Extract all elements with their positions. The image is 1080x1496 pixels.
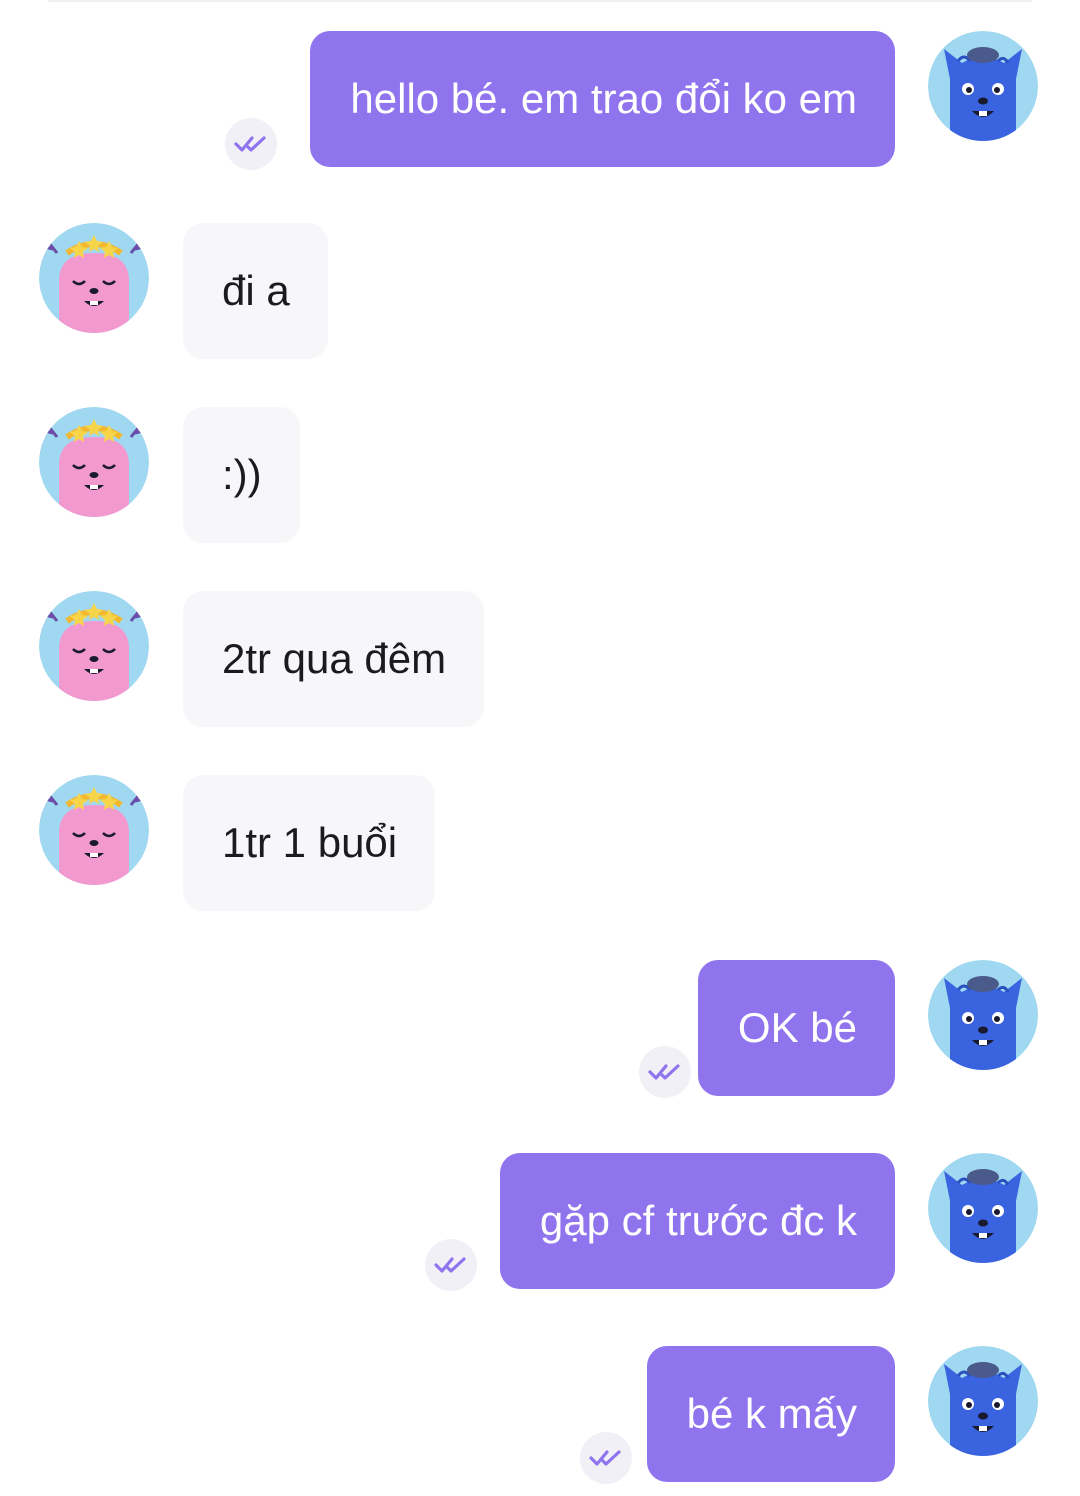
double-check-icon	[425, 1239, 477, 1291]
message-text: hello bé. em trao đổi ko em	[350, 75, 857, 122]
message-bubble[interactable]: hello bé. em trao đổi ko em	[310, 31, 895, 167]
double-check-icon	[580, 1432, 632, 1484]
message-text: 2tr qua đêm	[222, 635, 447, 682]
blue-monster-avatar[interactable]	[928, 1153, 1038, 1263]
pink-monster-avatar[interactable]	[39, 775, 149, 885]
message-incoming: 2tr qua đêm	[0, 591, 1080, 727]
pink-monster-avatar[interactable]	[39, 407, 149, 517]
message-bubble[interactable]: đi a	[183, 223, 328, 359]
message-incoming: đi a	[0, 223, 1080, 359]
double-check-icon	[225, 118, 277, 170]
message-bubble[interactable]: OK bé	[697, 960, 895, 1096]
message-text: :))	[222, 451, 262, 498]
message-outgoing: gặp cf trước đc k	[0, 1153, 1080, 1291]
message-incoming: 1tr 1 buổi	[0, 775, 1080, 911]
message-outgoing: hello bé. em trao đổi ko em	[0, 31, 1080, 170]
message-incoming: :))	[0, 407, 1080, 543]
message-text: gặp cf trước đc k	[539, 1197, 857, 1244]
double-check-icon	[639, 1046, 691, 1098]
message-text: 1tr 1 buổi	[222, 819, 398, 866]
message-text: bé k mấy	[686, 1390, 857, 1437]
pink-monster-avatar[interactable]	[39, 223, 149, 333]
message-bubble[interactable]: :))	[183, 407, 300, 543]
message-outgoing: OK bé	[0, 960, 1080, 1098]
message-bubble[interactable]: bé k mấy	[646, 1346, 895, 1482]
message-text: OK bé	[737, 1004, 857, 1051]
message-bubble[interactable]: 2tr qua đêm	[183, 591, 485, 727]
blue-monster-avatar[interactable]	[928, 1346, 1038, 1456]
message-text: đi a	[222, 267, 290, 314]
top-divider	[48, 0, 1032, 2]
message-outgoing: bé k mấy	[0, 1346, 1080, 1484]
blue-monster-avatar[interactable]	[928, 31, 1038, 141]
pink-monster-avatar[interactable]	[39, 591, 149, 701]
blue-monster-avatar[interactable]	[928, 960, 1038, 1070]
message-bubble[interactable]: gặp cf trước đc k	[499, 1153, 895, 1289]
message-bubble[interactable]: 1tr 1 buổi	[183, 775, 436, 911]
